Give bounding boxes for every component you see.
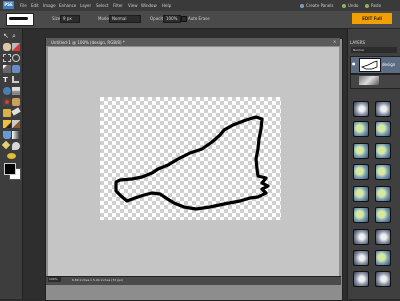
sponge-icon[interactable]: [7, 153, 16, 159]
close-document-icon[interactable]: ×: [333, 39, 336, 44]
layer-visibility-icon[interactable]: ●: [352, 61, 356, 66]
menu-select[interactable]: Select: [96, 3, 108, 8]
effect-thumbnail[interactable]: [375, 101, 391, 117]
blur-icon[interactable]: [12, 142, 20, 150]
brush-stroke-icon: [9, 17, 28, 20]
effect-thumbnail[interactable]: [353, 229, 369, 245]
gradient-icon[interactable]: [12, 131, 20, 139]
auto-erase-checkbox[interactable]: [181, 16, 187, 22]
drawing-stroke: [114, 115, 270, 211]
undo-button[interactable]: Undo: [342, 3, 358, 8]
edit-full-button[interactable]: EDIT Full: [352, 13, 392, 24]
healing-brush-icon[interactable]: [12, 98, 20, 106]
effect-thumbnail[interactable]: [375, 186, 391, 202]
menu-view[interactable]: View: [128, 3, 138, 8]
mode-select[interactable]: Normal: [109, 15, 141, 23]
effect-thumbnail[interactable]: [353, 121, 369, 137]
redo-button[interactable]: Redo: [365, 3, 381, 8]
red-eye-icon[interactable]: [3, 98, 11, 106]
menu-edit[interactable]: Edit: [31, 3, 39, 8]
pencil-icon[interactable]: [3, 120, 11, 128]
undo-icon: [342, 4, 346, 8]
clone-stamp-icon[interactable]: [3, 109, 11, 117]
menu-file[interactable]: File: [20, 3, 27, 8]
layer-thumbnail-2: [359, 76, 379, 85]
effect-thumbnail[interactable]: [375, 143, 391, 159]
marquee-icon[interactable]: [3, 54, 11, 62]
opacity-field[interactable]: 100%: [163, 15, 181, 23]
effect-thumbnail[interactable]: [353, 164, 369, 180]
menu-window[interactable]: Window: [141, 3, 157, 8]
effect-thumbnail[interactable]: [353, 271, 369, 287]
document-info: 6.89 inches x 5.94 inches (72 ppi): [72, 278, 124, 282]
effect-thumbnail[interactable]: [353, 143, 369, 159]
type-icon[interactable]: T: [3, 76, 11, 84]
straighten-icon[interactable]: [12, 87, 20, 95]
move-icon[interactable]: ↖: [3, 32, 11, 40]
document-title: Untitled-1 @ 100% (design, RGB/8) *: [51, 40, 125, 45]
effect-thumbnail[interactable]: [353, 186, 369, 202]
effect-thumbnail[interactable]: [353, 250, 369, 266]
paint-bucket-icon[interactable]: [3, 131, 11, 139]
lasso-icon[interactable]: [12, 54, 20, 62]
menu-filter[interactable]: Filter: [113, 3, 123, 8]
zoom-field[interactable]: 100%: [48, 277, 61, 282]
layer-name: design: [382, 62, 396, 67]
zoom-icon[interactable]: ⌕: [12, 32, 20, 40]
effect-thumbnail[interactable]: [353, 101, 369, 117]
cookie-cutter-icon[interactable]: [3, 87, 11, 95]
effect-thumbnail[interactable]: [353, 207, 369, 223]
menu-image[interactable]: Image: [43, 3, 56, 8]
effect-thumbnail[interactable]: [375, 229, 391, 245]
brush-icon[interactable]: [12, 120, 20, 128]
auto-erase-label: Auto Erase: [188, 16, 210, 21]
redo-icon: [365, 4, 369, 8]
create-panels-button[interactable]: Create Panels: [300, 3, 333, 8]
eyedropper-icon[interactable]: [12, 43, 20, 51]
layer-thumbnail: [359, 58, 381, 72]
menu-help[interactable]: Help: [162, 3, 171, 8]
magic-wand-icon[interactable]: [3, 65, 11, 73]
panels-icon: [300, 4, 304, 8]
effect-thumbnail[interactable]: [375, 164, 391, 180]
menu-enhance[interactable]: Enhance: [59, 3, 76, 8]
color-swatch-icon[interactable]: [4, 163, 16, 175]
app-logo: PSE: [3, 1, 14, 9]
effect-thumbnail[interactable]: [375, 250, 391, 266]
layers-tab[interactable]: LAYERS: [350, 40, 365, 45]
crop-icon[interactable]: [12, 76, 19, 83]
size-field[interactable]: 9 px: [60, 15, 80, 23]
hand-icon[interactable]: [3, 43, 11, 51]
menu-layer[interactable]: Layer: [80, 3, 91, 8]
effect-thumbnail[interactable]: [375, 271, 391, 287]
blend-mode-select[interactable]: Normal: [351, 47, 397, 53]
selection-brush-icon[interactable]: [12, 65, 20, 73]
effect-thumbnail[interactable]: [375, 207, 391, 223]
effect-thumbnail[interactable]: [375, 121, 391, 137]
